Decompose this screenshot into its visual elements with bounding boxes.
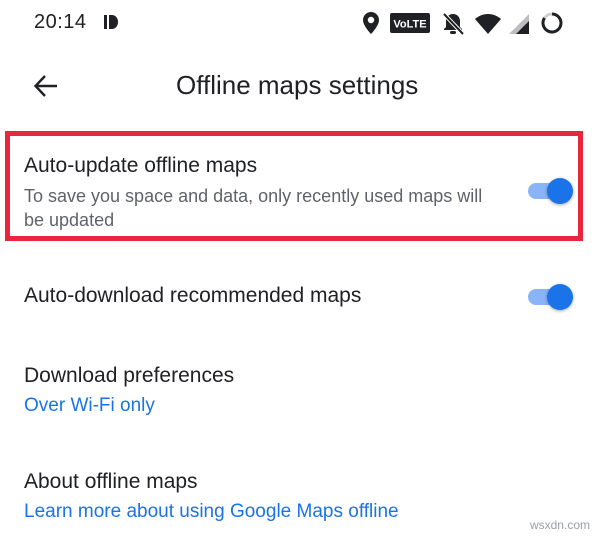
about-offline-maps-title: About offline maps — [24, 470, 198, 493]
about-offline-maps-setting: About offline maps Learn more about usin… — [0, 456, 600, 532]
status-time: 20:14 — [34, 11, 87, 33]
auto-update-title: Auto-update offline maps — [24, 154, 258, 177]
volte-label: VoLTE — [393, 19, 426, 31]
screen: 20:14 VoLTE Offline maps settings Auto-u… — [0, 0, 600, 538]
location-icon — [362, 11, 380, 40]
toggle-thumb — [547, 284, 573, 310]
learn-more-link[interactable]: Learn more about using Google Maps offli… — [24, 501, 399, 523]
status-icons: VoLTE — [362, 11, 572, 39]
notification-d-icon — [104, 14, 118, 35]
battery-ring-icon — [540, 11, 564, 40]
download-preferences-value: Over Wi-Fi only — [24, 395, 155, 416]
watermark: wsxdn.com — [529, 518, 590, 532]
auto-update-setting[interactable]: Auto-update offline maps To save you spa… — [0, 138, 600, 236]
download-preferences-setting[interactable]: Download preferences Over Wi-Fi only — [0, 350, 600, 430]
auto-download-setting[interactable]: Auto-download recommended maps — [0, 268, 600, 328]
back-arrow-icon — [33, 74, 59, 103]
app-bar: Offline maps settings — [0, 58, 600, 118]
back-button[interactable] — [22, 66, 70, 110]
signal-icon — [508, 13, 530, 40]
wifi-icon — [474, 13, 502, 40]
auto-download-toggle[interactable] — [526, 282, 574, 312]
download-preferences-title: Download preferences — [24, 364, 235, 387]
toggle-thumb — [547, 178, 573, 204]
auto-update-toggle[interactable] — [526, 176, 574, 206]
notifications-off-icon — [442, 12, 465, 41]
volte-icon: VoLTE — [390, 13, 430, 38]
page-title: Offline maps settings — [176, 70, 419, 100]
auto-download-title: Auto-download recommended maps — [24, 284, 362, 307]
auto-update-description: To save you space and data, only recentl… — [24, 186, 483, 230]
status-bar: 20:14 VoLTE — [0, 0, 600, 50]
